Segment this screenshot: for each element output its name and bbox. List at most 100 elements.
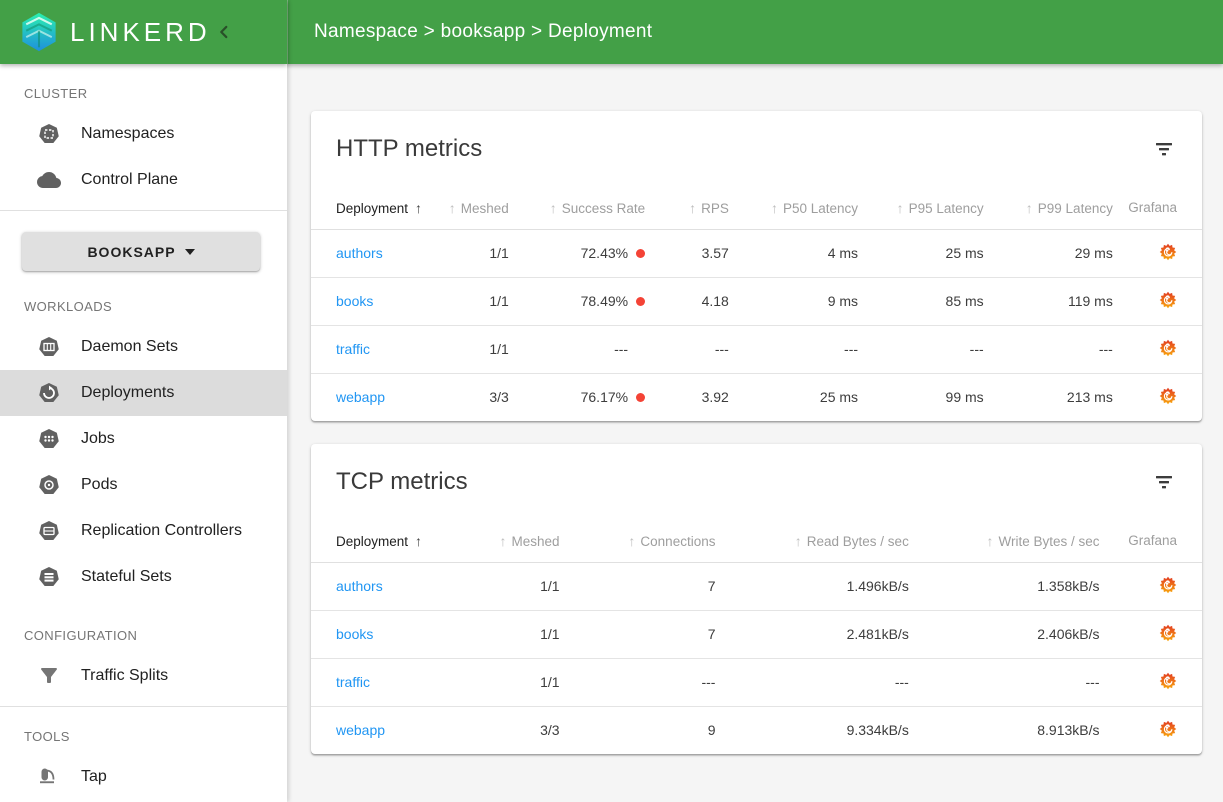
sidebar-item-tap[interactable]: Tap (0, 754, 287, 800)
sidebar-item-label: Control Plane (81, 171, 178, 189)
grafana-dashboard-link[interactable] (1159, 387, 1177, 405)
deployment-icon (37, 381, 61, 405)
rps-cell: 3.92 (645, 373, 729, 421)
status-dot (636, 393, 645, 402)
tcp-metrics-table: Deployment↑ ↑Meshed ↑Connections ↑Read B… (311, 520, 1202, 754)
sort-arrow-icon: ↑ (449, 200, 456, 216)
table-row: traffic 1/1 --- --- --- --- --- (311, 325, 1202, 373)
column-header-rps[interactable]: ↑RPS (645, 187, 729, 229)
connections-cell: 7 (560, 562, 716, 610)
deployment-link[interactable]: traffic (336, 674, 370, 690)
namespace-selector-button[interactable]: BOOKSAPP (22, 232, 260, 271)
http-metrics-title: HTTP metrics (336, 135, 482, 163)
grafana-dashboard-link[interactable] (1159, 243, 1177, 261)
p95-cell: 85 ms (858, 277, 984, 325)
deployment-link[interactable]: books (336, 293, 373, 309)
sidebar-collapse-button[interactable] (213, 21, 235, 43)
read-bytes-cell: 2.481kB/s (715, 610, 908, 658)
meshed-cell: 1/1 (418, 325, 509, 373)
tcp-metrics-card: TCP metrics Deployment↑ ↑Meshed ↑Conn (311, 444, 1202, 754)
grafana-icon (1159, 291, 1177, 309)
sidebar-divider (0, 706, 287, 707)
grafana-dashboard-link[interactable] (1159, 339, 1177, 357)
tcp-filter-button[interactable] (1151, 471, 1177, 494)
success-rate-cell: 72.43% (509, 229, 645, 277)
sidebar-item-stateful-sets[interactable]: Stateful Sets (0, 554, 287, 600)
main-content: HTTP metrics Deployment↑ ↑Meshed ↑Suc (287, 64, 1223, 802)
grafana-icon (1159, 339, 1177, 357)
linkerd-logo-icon (16, 9, 62, 55)
sidebar-item-label: Tap (81, 768, 107, 786)
sort-asc-icon: ↑ (415, 200, 422, 216)
namespace-selector-label: BOOKSAPP (87, 244, 175, 260)
sidebar-item-label: Stateful Sets (81, 568, 172, 586)
column-header-deployment[interactable]: Deployment↑ (311, 187, 418, 229)
sidebar-item-jobs[interactable]: Jobs (0, 416, 287, 462)
sidebar-item-traffic-splits[interactable]: Traffic Splits (0, 653, 287, 699)
column-header-read-bytes[interactable]: ↑Read Bytes / sec (715, 520, 908, 562)
grafana-dashboard-link[interactable] (1159, 672, 1177, 690)
sidebar-item-namespaces[interactable]: Namespaces (0, 111, 287, 157)
connections-cell: 7 (560, 610, 716, 658)
http-metrics-card: HTTP metrics Deployment↑ ↑Meshed ↑Suc (311, 111, 1202, 421)
column-header-connections[interactable]: ↑Connections (560, 520, 716, 562)
p95-cell: 25 ms (858, 229, 984, 277)
column-header-meshed[interactable]: ↑Meshed (418, 187, 509, 229)
deployment-link[interactable]: books (336, 626, 373, 642)
meshed-cell: 1/1 (418, 562, 560, 610)
grafana-icon (1159, 624, 1177, 642)
meshed-cell: 1/1 (418, 610, 560, 658)
section-label-configuration: CONFIGURATION (24, 628, 263, 643)
table-header-row: Deployment↑ ↑Meshed ↑Connections ↑Read B… (311, 520, 1202, 562)
grafana-dashboard-link[interactable] (1159, 291, 1177, 309)
linkerd-home-link[interactable]: LINKERD (16, 9, 211, 55)
column-header-deployment[interactable]: Deployment↑ (311, 520, 418, 562)
sidebar-item-deployments[interactable]: Deployments (0, 370, 287, 416)
grafana-dashboard-link[interactable] (1159, 720, 1177, 738)
deployment-link[interactable]: authors (336, 245, 383, 261)
table-row: books 1/1 7 2.481kB/s 2.406kB/s (311, 610, 1202, 658)
deployment-link[interactable]: authors (336, 578, 383, 594)
column-header-p95[interactable]: ↑P95 Latency (858, 187, 984, 229)
connections-cell: 9 (560, 706, 716, 754)
tcp-metrics-title: TCP metrics (336, 468, 468, 496)
p99-cell: --- (984, 325, 1113, 373)
sort-arrow-icon: ↑ (1026, 200, 1033, 216)
meshed-cell: 3/3 (418, 706, 560, 754)
sidebar-item-control-plane[interactable]: Control Plane (0, 157, 287, 203)
column-header-meshed[interactable]: ↑Meshed (418, 520, 560, 562)
sidebar-item-replication-controllers[interactable]: Replication Controllers (0, 508, 287, 554)
filter-list-icon (1155, 475, 1173, 490)
namespaces-icon (37, 122, 61, 146)
meshed-cell: 1/1 (418, 277, 509, 325)
sidebar-item-label: Daemon Sets (81, 338, 178, 356)
write-bytes-cell: 8.913kB/s (909, 706, 1100, 754)
p95-cell: 99 ms (858, 373, 984, 421)
p95-cell: --- (858, 325, 984, 373)
deployment-link[interactable]: webapp (336, 389, 385, 405)
grafana-icon (1159, 576, 1177, 594)
rps-cell: 3.57 (645, 229, 729, 277)
column-header-p50[interactable]: ↑P50 Latency (729, 187, 858, 229)
job-icon (37, 427, 61, 451)
table-row: traffic 1/1 --- --- --- (311, 658, 1202, 706)
sidebar-item-daemon-sets[interactable]: Daemon Sets (0, 324, 287, 370)
linkerd-dashboard: LINKERD CLUSTER Namespaces Control Plane (0, 0, 1223, 802)
deployment-link[interactable]: traffic (336, 341, 370, 357)
sidebar-item-pods[interactable]: Pods (0, 462, 287, 508)
sort-arrow-icon: ↑ (795, 533, 802, 549)
tap-icon (37, 765, 61, 789)
column-header-write-bytes[interactable]: ↑Write Bytes / sec (909, 520, 1100, 562)
breadcrumb: Namespace > booksapp > Deployment (314, 21, 652, 43)
deployment-link[interactable]: webapp (336, 722, 385, 738)
column-header-p99[interactable]: ↑P99 Latency (984, 187, 1113, 229)
read-bytes-cell: 1.496kB/s (715, 562, 908, 610)
grafana-dashboard-link[interactable] (1159, 624, 1177, 642)
p50-cell: --- (729, 325, 858, 373)
http-filter-button[interactable] (1151, 138, 1177, 161)
sort-arrow-icon: ↑ (689, 200, 696, 216)
write-bytes-cell: 2.406kB/s (909, 610, 1100, 658)
column-header-grafana: Grafana (1113, 187, 1202, 229)
column-header-success-rate[interactable]: ↑Success Rate (509, 187, 645, 229)
grafana-dashboard-link[interactable] (1159, 576, 1177, 594)
